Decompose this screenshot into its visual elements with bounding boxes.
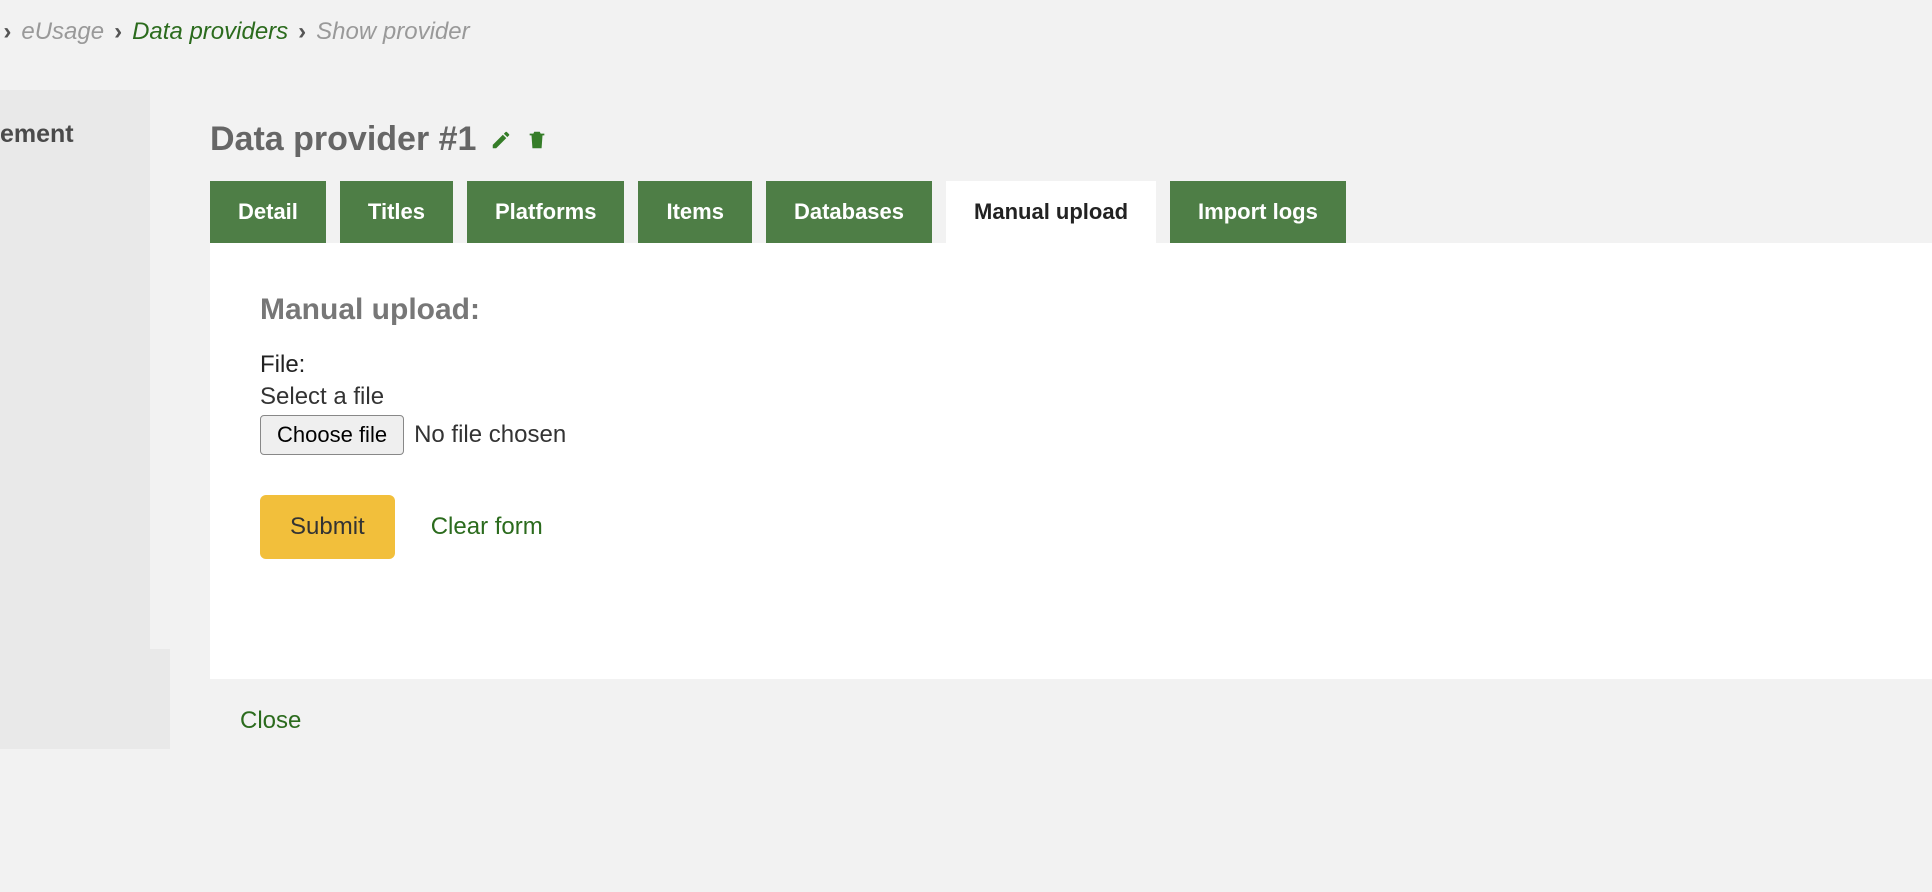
choose-file-button[interactable]: Choose file bbox=[260, 415, 404, 455]
breadcrumb-item-show-provider: Show provider bbox=[316, 18, 469, 46]
tab-titles[interactable]: Titles bbox=[340, 181, 453, 243]
file-chosen-status: No file chosen bbox=[414, 421, 566, 449]
file-label: File: bbox=[260, 351, 1882, 379]
submit-button[interactable]: Submit bbox=[260, 495, 395, 559]
sidebar: ement bbox=[0, 90, 150, 690]
page-title: Data provider #1 bbox=[210, 120, 476, 159]
breadcrumb-item-data-providers[interactable]: Data providers bbox=[132, 18, 288, 46]
tab-detail[interactable]: Detail bbox=[210, 181, 326, 243]
select-file-hint: Select a file bbox=[260, 383, 1882, 411]
main-content: Data provider #1 Detail Titles Platforms… bbox=[210, 110, 1932, 735]
close-row: Close bbox=[210, 679, 1932, 735]
breadcrumb-item-eusage[interactable]: eUsage bbox=[21, 18, 104, 46]
tab-databases[interactable]: Databases bbox=[766, 181, 932, 243]
trash-icon[interactable] bbox=[526, 129, 548, 151]
action-row: Submit Clear form bbox=[260, 495, 1882, 559]
tab-import-logs[interactable]: Import logs bbox=[1170, 181, 1346, 243]
tabs: Detail Titles Platforms Items Databases … bbox=[210, 181, 1932, 243]
chevron-right-icon: › bbox=[298, 18, 306, 46]
page-title-row: Data provider #1 bbox=[210, 110, 1932, 181]
sidebar-item-label[interactable]: ement bbox=[0, 120, 74, 148]
clear-form-link[interactable]: Clear form bbox=[431, 513, 543, 541]
tab-items[interactable]: Items bbox=[638, 181, 751, 243]
close-link[interactable]: Close bbox=[240, 707, 301, 734]
tab-manual-upload[interactable]: Manual upload bbox=[946, 181, 1156, 243]
sidebar-secondary-block bbox=[0, 649, 170, 749]
file-input-row: Choose file No file chosen bbox=[260, 415, 1882, 455]
tab-platforms[interactable]: Platforms bbox=[467, 181, 624, 243]
breadcrumb: ment › eUsage › Data providers › Show pr… bbox=[0, 0, 1932, 64]
chevron-right-icon: › bbox=[3, 18, 11, 46]
edit-icon[interactable] bbox=[490, 129, 512, 151]
panel-heading: Manual upload: bbox=[260, 293, 1882, 327]
chevron-right-icon: › bbox=[114, 18, 122, 46]
manual-upload-panel: Manual upload: File: Select a file Choos… bbox=[210, 243, 1932, 679]
